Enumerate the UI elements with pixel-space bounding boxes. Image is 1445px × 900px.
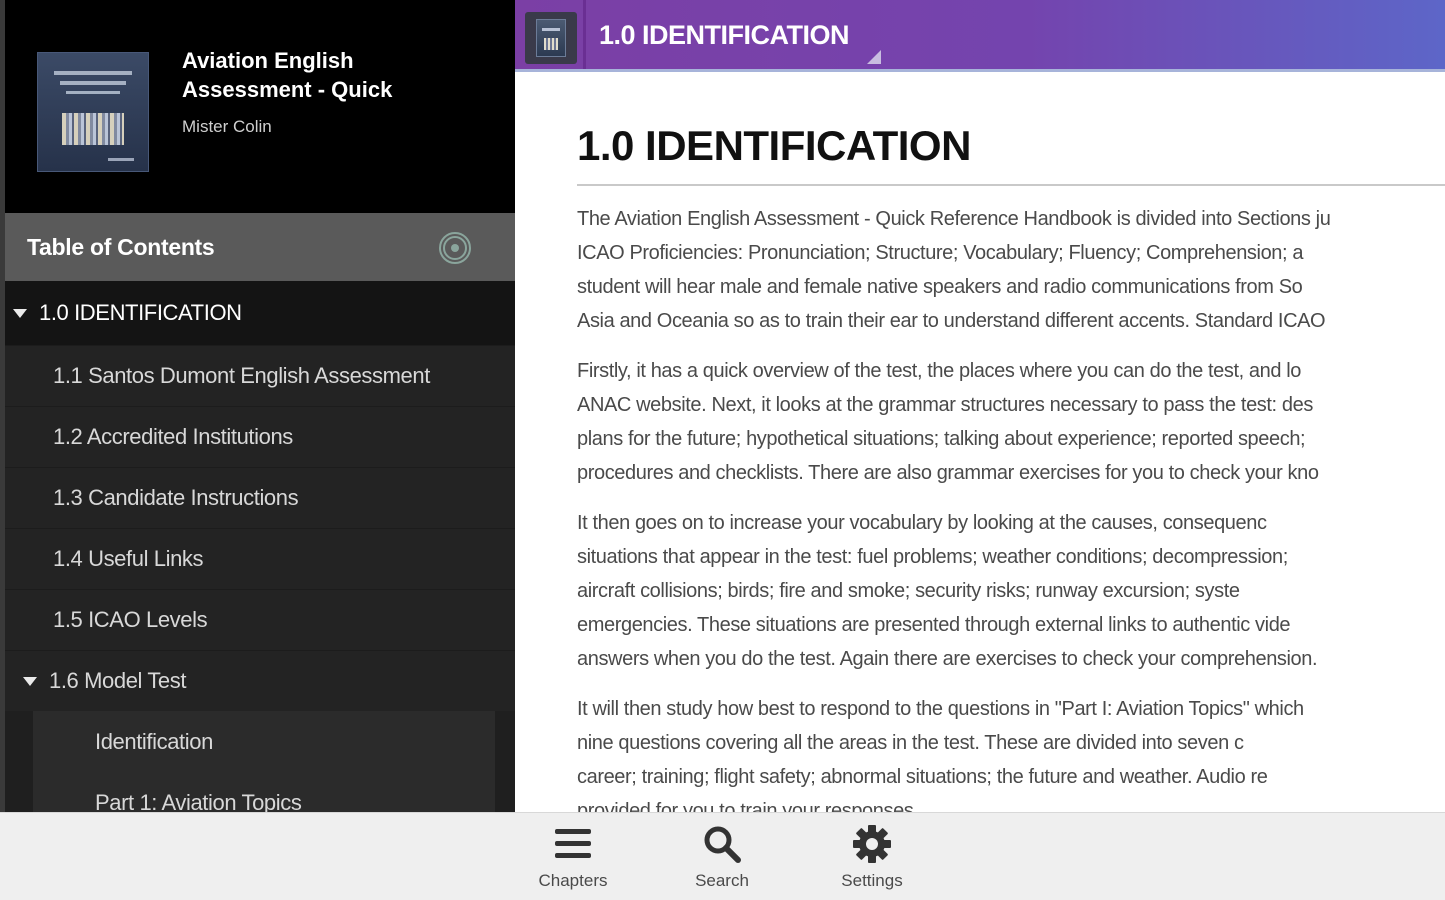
search-label: Search (695, 871, 749, 890)
content-header: 1.0 IDENTIFICATION (515, 0, 1445, 72)
toc-item-model-test[interactable]: 1.6 Model Test (5, 650, 515, 711)
article-heading: 1.0 IDENTIFICATION (577, 122, 1445, 186)
toc-item-label: 1.4 Useful Links (53, 546, 204, 571)
toc-item-label: Identification (95, 728, 213, 754)
chapters-label: Chapters (538, 871, 608, 890)
toc-item-label: 1.6 Model Test (49, 668, 187, 693)
content-pane: 1.0 IDENTIFICATION 1.0 IDENTIFICATION Th… (515, 0, 1445, 812)
toc-item-identification-sub[interactable]: Identification (33, 711, 495, 772)
book-cover-icon[interactable] (37, 52, 149, 172)
toc-item-candidate-instructions[interactable]: 1.3 Candidate Instructions (5, 467, 515, 528)
article: 1.0 IDENTIFICATION The Aviation English … (515, 72, 1445, 812)
paragraph: It will then study how best to respond t… (577, 698, 1304, 812)
paragraph: The Aviation English Assessment - Quick … (577, 208, 1331, 332)
toc-item-identification[interactable]: 1.0 IDENTIFICATION (5, 281, 515, 345)
book-icon[interactable] (525, 12, 577, 64)
book-title: Aviation English Assessment - Quick (182, 48, 393, 102)
gear-icon (817, 823, 927, 865)
toc-item-label: Part 1: Aviation Topics (95, 789, 302, 813)
toc-list: 1.0 IDENTIFICATION 1.1 Santos Dumont Eng… (5, 281, 515, 812)
caret-down-icon[interactable] (13, 308, 27, 318)
search-icon (667, 823, 777, 865)
toc-item-label: 1.1 Santos Dumont English Assessment (53, 363, 430, 388)
toc-item-label: 1.0 IDENTIFICATION (39, 300, 242, 325)
chapters-button[interactable]: Chapters (518, 823, 628, 891)
search-button[interactable]: Search (667, 823, 777, 891)
toc-item-icao-levels[interactable]: 1.5 ICAO Levels (5, 589, 515, 650)
chapter-title: 1.0 IDENTIFICATION (599, 20, 850, 50)
toc-item-label: 1.2 Accredited Institutions (53, 424, 293, 449)
toc-label: Table of Contents (27, 233, 215, 260)
bottom-toolbar: Chapters Search Settings (0, 812, 1445, 900)
toc-header: Table of Contents (5, 213, 515, 281)
dropdown-corner-icon[interactable] (867, 50, 881, 64)
sidebar: Aviation English Assessment - Quick Mist… (0, 0, 515, 812)
toc-item-label: 1.3 Candidate Instructions (53, 485, 299, 510)
book-header: Aviation English Assessment - Quick Mist… (5, 0, 515, 213)
menu-icon (518, 823, 628, 865)
target-icon[interactable] (439, 232, 471, 264)
toc-item-aviation-topics[interactable]: Part 1: Aviation Topics (33, 772, 495, 812)
settings-label: Settings (841, 871, 903, 890)
paragraph: It then goes on to increase your vocabul… (577, 512, 1318, 670)
toc-item-santos-dumont[interactable]: 1.1 Santos Dumont English Assessment (5, 345, 515, 406)
toc-item-accredited-institutions[interactable]: 1.2 Accredited Institutions (5, 406, 515, 467)
book-author: Mister Colin (182, 117, 272, 136)
paragraph: Firstly, it has a quick overview of the … (577, 360, 1319, 484)
toc-item-useful-links[interactable]: 1.4 Useful Links (5, 528, 515, 589)
toc-item-label: 1.5 ICAO Levels (53, 607, 208, 632)
settings-button[interactable]: Settings (817, 823, 927, 891)
caret-down-icon[interactable] (23, 676, 37, 686)
